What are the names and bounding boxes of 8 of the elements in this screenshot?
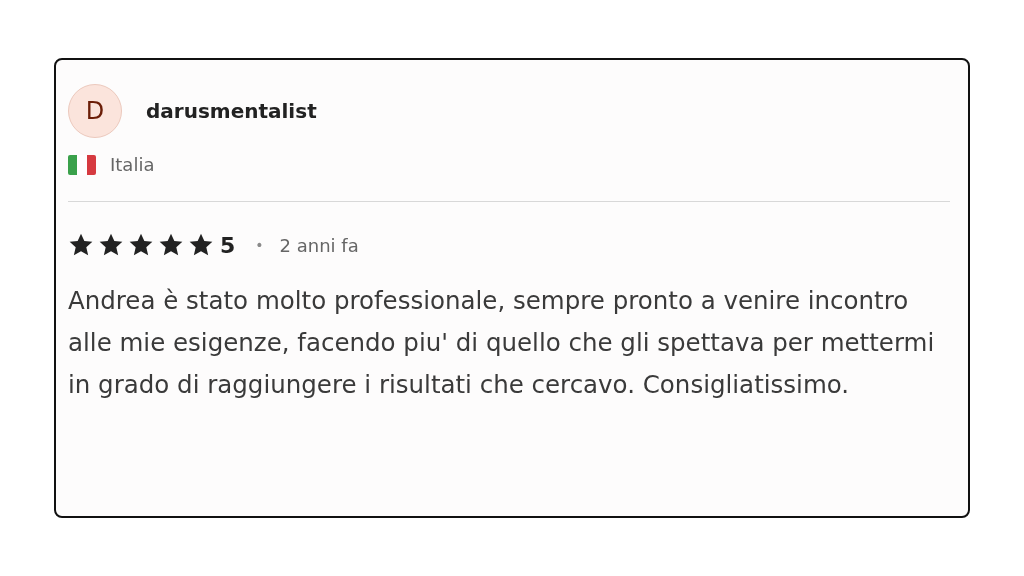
separator-dot: • xyxy=(255,237,264,253)
avatar: D xyxy=(68,84,122,138)
review-text: Andrea è stato molto professionale, sempre pronto a venire incontro alle mie esigenze, facendo piu' di quello che gli spettava per mettermi in grado di raggiungere i risultati che cercavo. Consigliatissimo. xyxy=(68,285,936,401)
author-name: darusmentalist xyxy=(146,99,317,123)
review-time: 2 anni fa xyxy=(279,234,359,256)
flag-icon xyxy=(68,154,96,175)
country-name: Italia xyxy=(110,154,155,175)
rating-value: 5 xyxy=(220,232,236,258)
